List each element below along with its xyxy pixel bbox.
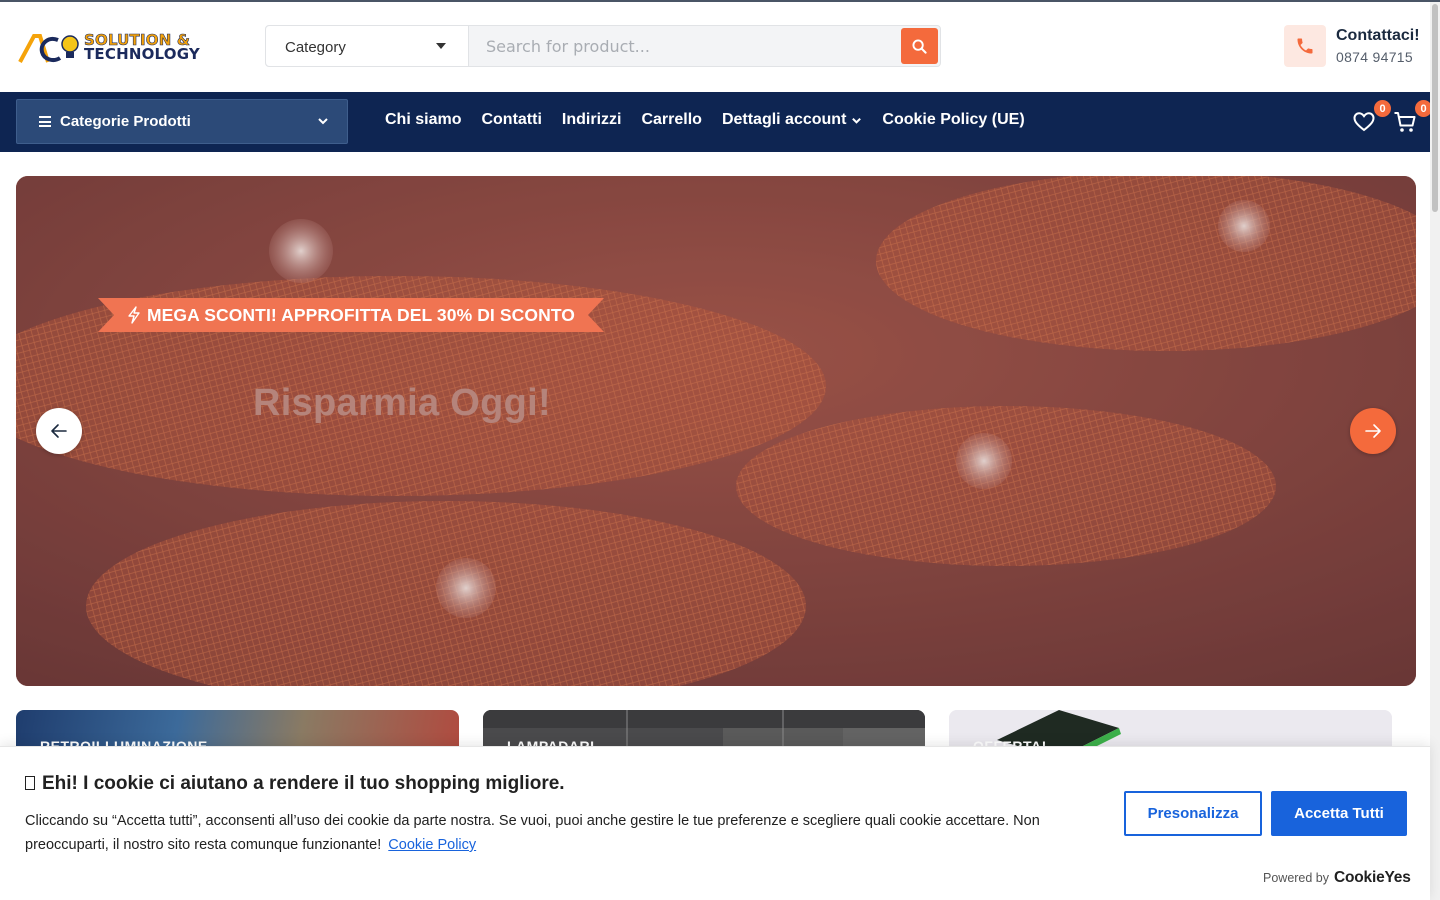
nav-item-chi-siamo[interactable]: Chi siamo <box>385 111 461 129</box>
cookie-banner-title: Ehi! I cookie ci aiutano a rendere il tu… <box>25 773 565 795</box>
contact-phone[interactable]: 0874 94715 <box>1336 49 1413 65</box>
lightning-icon <box>128 306 140 324</box>
cookie-banner-title-text: Ehi! I cookie ci aiutano a rendere il tu… <box>42 773 565 794</box>
heart-icon <box>1353 112 1375 132</box>
powered-by-label: Powered by <box>1263 871 1330 885</box>
search-bar: Category <box>265 25 941 67</box>
cart-button[interactable]: 0 <box>1393 99 1433 136</box>
cookie-icon <box>25 776 35 790</box>
cookie-customize-button[interactable]: Presonalizza <box>1124 791 1262 836</box>
nav-item-dettagli-account-label: Dettagli account <box>721 111 847 128</box>
phone-icon <box>1284 25 1326 67</box>
chevron-down-icon <box>852 117 862 124</box>
nav-menu: Chi siamo Contatti Indirizzi Carrello De… <box>385 111 1045 129</box>
slider-prev-button[interactable] <box>36 408 82 454</box>
category-select-label: Category <box>285 39 346 56</box>
search-input[interactable] <box>470 26 900 66</box>
hero-slider: MEGA SCONTI! APPROFITTA DEL 30% DI SCONT… <box>16 176 1416 686</box>
cookieyes-logo: CookieYes <box>1334 869 1411 886</box>
nav-item-indirizzi[interactable]: Indirizzi <box>562 111 622 129</box>
logo-line-2: TECHNOLOGY <box>84 45 200 63</box>
chevron-down-icon <box>318 118 328 125</box>
search-button[interactable] <box>901 28 938 64</box>
hero-background-image <box>16 176 1416 686</box>
promo-ribbon: MEGA SCONTI! APPROFITTA DEL 30% DI SCONT… <box>98 298 604 332</box>
powered-by-cookieyes[interactable]: Powered by CookieYes <box>1263 869 1411 887</box>
arrow-right-icon <box>1365 424 1381 438</box>
logo-text: SOLUTION & TECHNOLOGY <box>84 32 200 63</box>
contact-block[interactable]: Contattaci! 0874 94715 <box>1284 25 1440 69</box>
hero-title: Risparmia Oggi! <box>253 382 551 424</box>
ribbon-text: MEGA SCONTI! APPROFITTA DEL 30% DI SCONT… <box>98 298 604 332</box>
arrow-left-icon <box>51 424 67 438</box>
ribbon-label: MEGA SCONTI! APPROFITTA DEL 30% DI SCONT… <box>146 304 576 325</box>
menu-icon <box>39 116 51 127</box>
wishlist-count-badge: 0 <box>1373 99 1392 118</box>
nav-item-carrello[interactable]: Carrello <box>641 111 701 129</box>
slider-next-button[interactable] <box>1350 408 1396 454</box>
logo-bulb-icon <box>18 34 79 63</box>
categories-button-label: Categorie Prodotti <box>60 113 191 130</box>
nav-item-dettagli-account[interactable]: Dettagli account <box>722 111 862 129</box>
nav-item-cookie-policy[interactable]: Cookie Policy (UE) <box>882 111 1024 129</box>
site-logo[interactable]: SOLUTION & TECHNOLOGY <box>18 30 224 66</box>
cart-icon <box>1394 112 1416 132</box>
cookie-consent-banner: Ehi! I cookie ci aiutano a rendere il tu… <box>0 746 1430 900</box>
cookie-banner-text: Cliccando su “Accetta tutti”, acconsenti… <box>25 809 1100 857</box>
caret-down-icon <box>436 43 446 49</box>
scrollbar-thumb[interactable] <box>1432 4 1438 212</box>
search-icon <box>912 38 927 54</box>
category-select[interactable]: Category <box>266 26 469 66</box>
categories-dropdown-button[interactable]: Categorie Prodotti <box>16 99 348 144</box>
cookie-banner-body: Cliccando su “Accetta tutti”, acconsenti… <box>25 813 1040 853</box>
cookie-policy-link[interactable]: Cookie Policy <box>388 837 476 853</box>
nav-item-contatti[interactable]: Contatti <box>481 111 541 129</box>
page-scrollbar[interactable] <box>1430 2 1440 900</box>
wishlist-button[interactable]: 0 <box>1352 99 1392 136</box>
site-header: SOLUTION & TECHNOLOGY Category Contattac… <box>0 2 1440 92</box>
cookie-accept-all-button[interactable]: Accetta Tutti <box>1271 791 1407 836</box>
main-navigation: Categorie Prodotti Chi siamo Contatti In… <box>0 92 1440 152</box>
contact-title: Contattaci! <box>1336 27 1420 44</box>
